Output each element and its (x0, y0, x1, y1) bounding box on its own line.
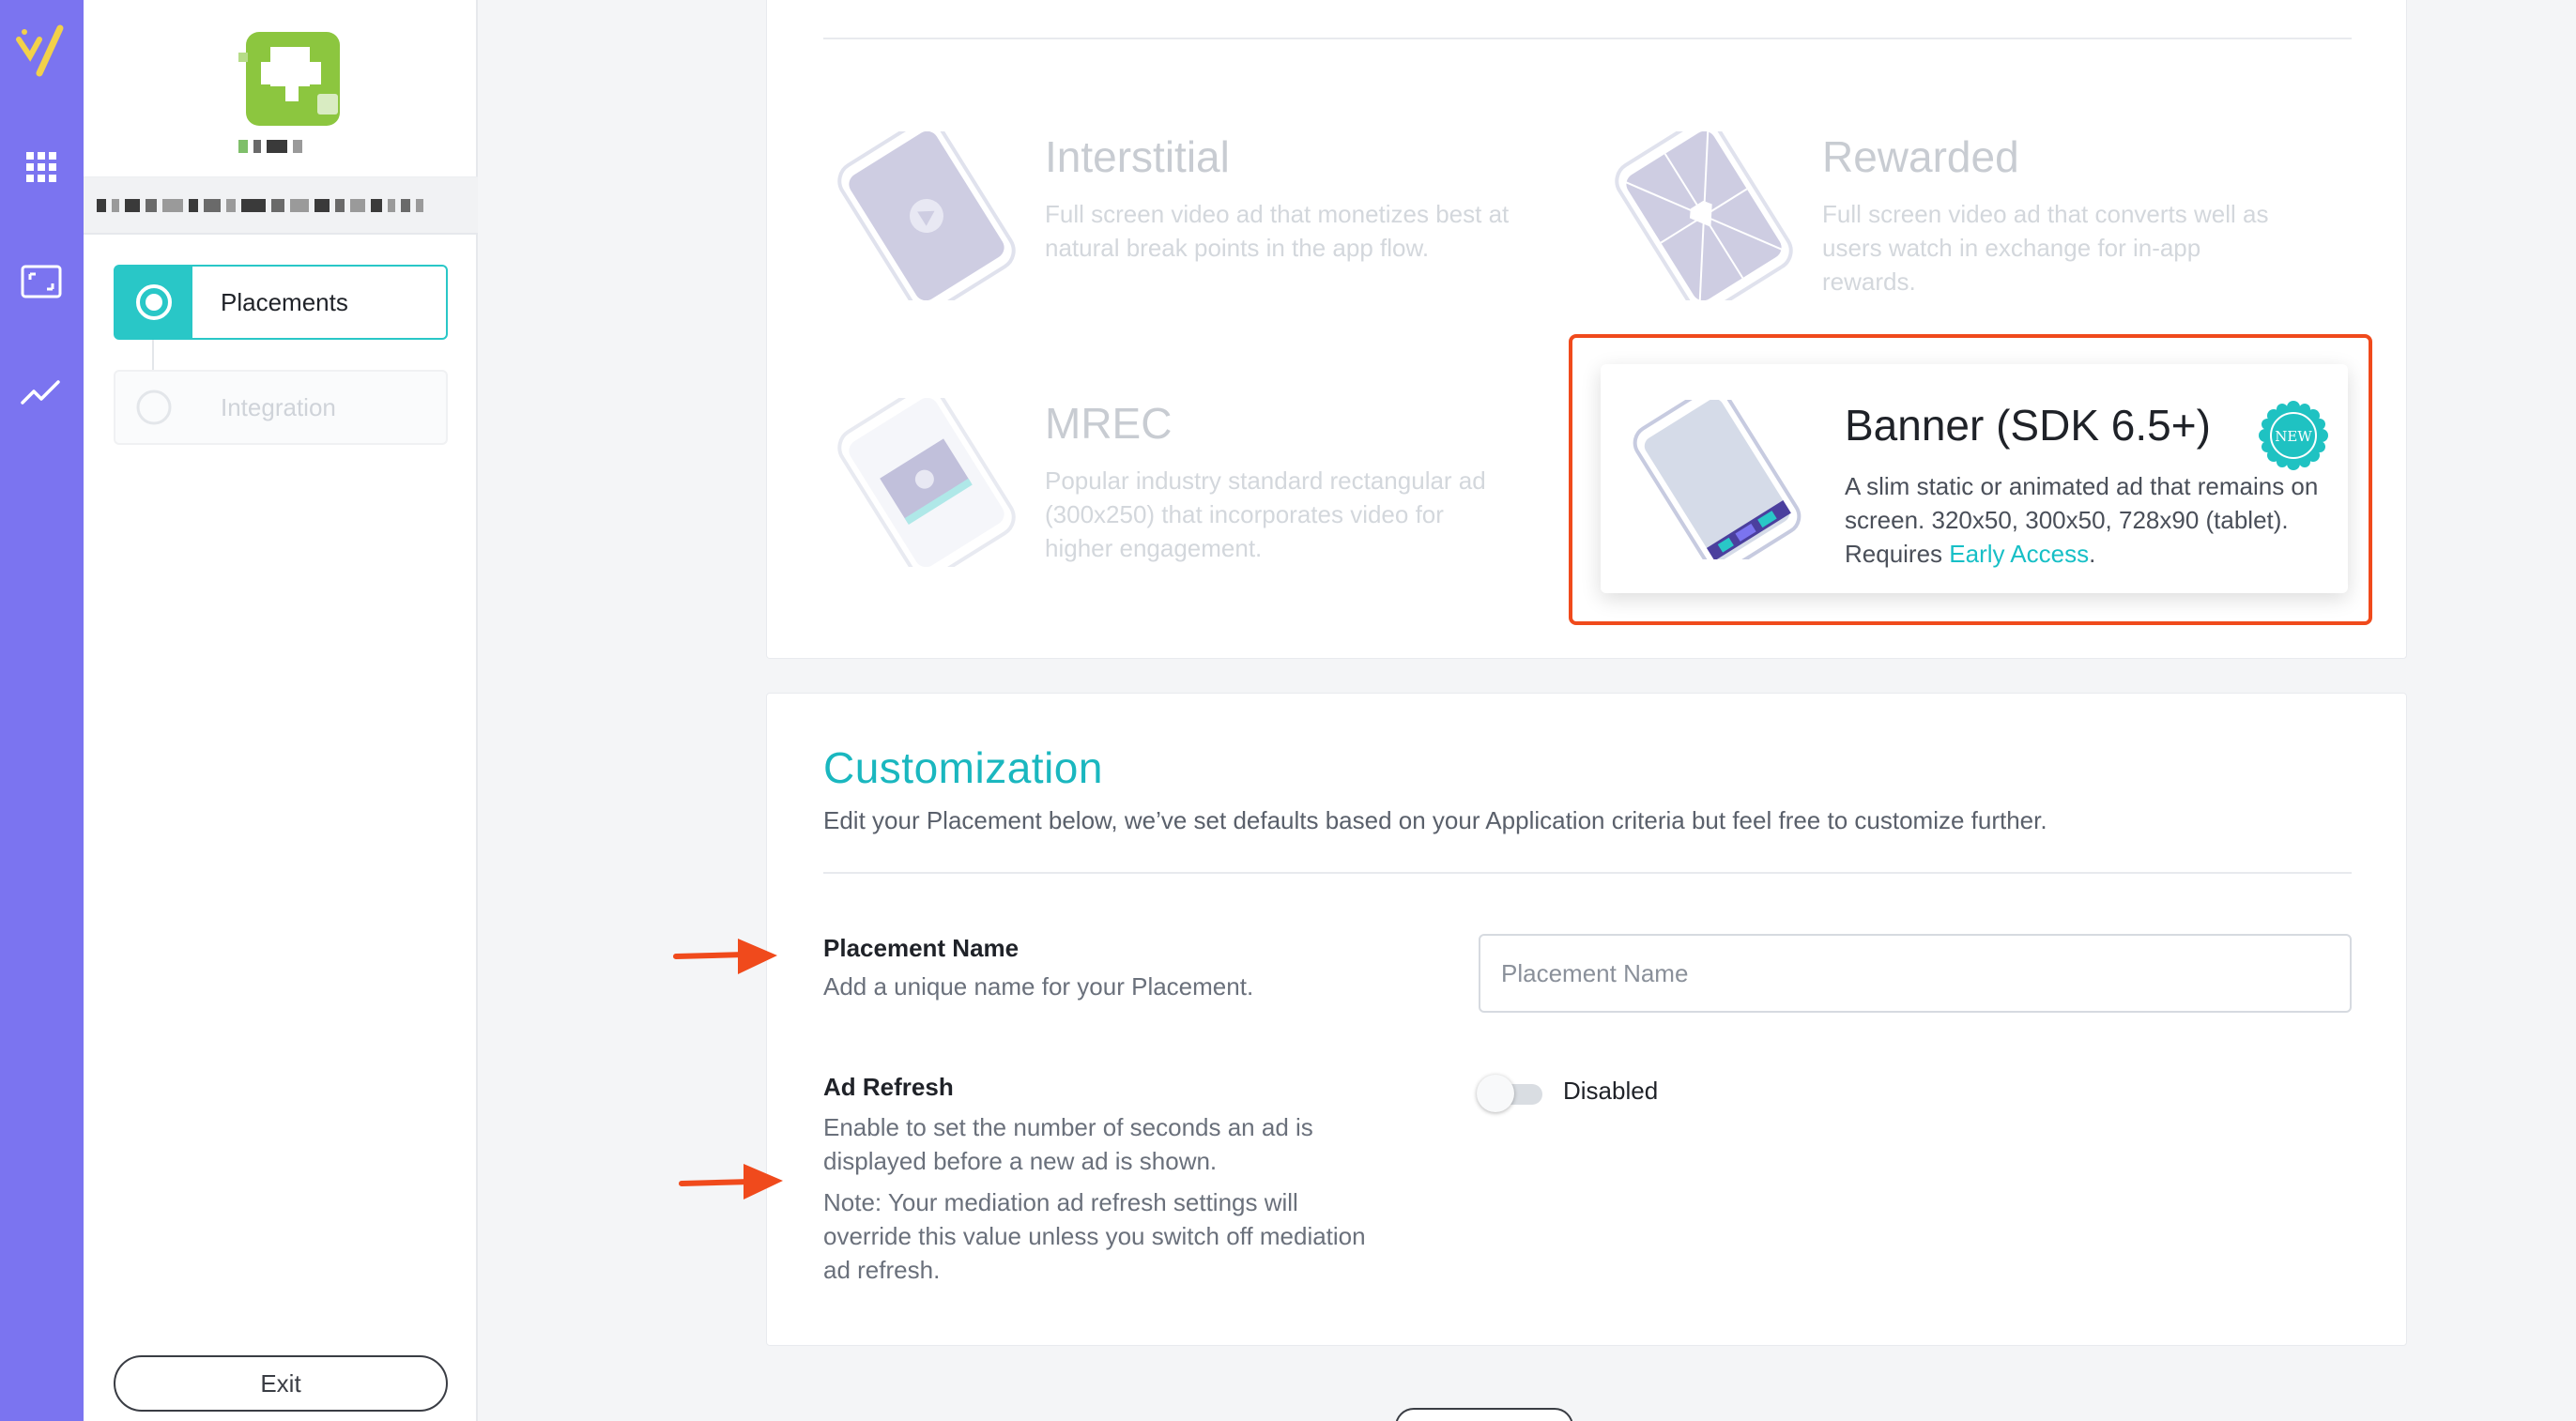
ad-type-interstitial[interactable]: Interstitial Full screen video ad that m… (823, 118, 1514, 313)
step-label: Integration (221, 392, 336, 421)
ad-type-description: Full screen video ad that monetizes best… (1045, 200, 1510, 262)
phone-rewarded-icon (1601, 118, 1807, 313)
app-id-redacted (84, 176, 478, 235)
sidebar: Placements Integration Exit (84, 0, 478, 1421)
ad-refresh-status: Disabled (1563, 1077, 1659, 1105)
app-rail (0, 0, 84, 1421)
next-button[interactable] (1395, 1408, 1573, 1421)
step-label: Placements (221, 287, 348, 316)
ad-refresh-label: Ad Refresh (823, 1073, 954, 1101)
placement-name-label: Placement Name (823, 934, 1020, 962)
ad-refresh-help: Enable to set the number of seconds an a… (823, 1113, 1313, 1175)
ad-type-description: A slim static or animated ad that remain… (1845, 469, 2323, 571)
ad-type-title: Rewarded (1822, 132, 2019, 181)
vungle-logo-icon[interactable] (11, 19, 71, 79)
toggle-knob (1477, 1075, 1514, 1112)
app-name-redacted (238, 139, 323, 154)
reports-trend-icon[interactable] (19, 370, 64, 415)
ad-type-panel: Interstitial Full screen video ad that m… (766, 0, 2407, 659)
section-subtitle: Edit your Placement below, we’ve set def… (823, 806, 2047, 834)
ad-type-title: Interstitial (1045, 132, 1230, 181)
ad-type-title: MREC (1045, 399, 1173, 448)
creative-frame-icon[interactable] (19, 259, 64, 304)
radio-empty-icon (115, 372, 192, 443)
phone-banner-icon (1623, 386, 1811, 573)
placement-name-help: Add a unique name for your Placement. (823, 972, 1254, 1001)
apps-grid-icon[interactable] (19, 145, 64, 190)
description-period: . (2089, 540, 2096, 568)
phone-mrec-icon (823, 385, 1030, 580)
ad-refresh-note: Note: Your mediation ad refresh settings… (823, 1188, 1366, 1284)
step-connector (152, 340, 154, 370)
placement-name-input[interactable] (1479, 934, 2352, 1013)
ad-refresh-toggle[interactable] (1477, 1073, 1548, 1114)
early-access-link[interactable]: Early Access (1949, 540, 2089, 568)
ad-type-title: Banner (SDK 6.5+) (1845, 401, 2211, 450)
customization-panel: Customization Edit your Placement below,… (766, 693, 2407, 1346)
badge-text: NEW (2275, 428, 2312, 445)
ad-type-mrec[interactable]: MREC Popular industry standard rectangul… (823, 385, 1514, 580)
ad-type-banner[interactable]: Banner (SDK 6.5+) NEW A slim static or a… (1601, 364, 2348, 593)
radio-selected-icon (115, 267, 192, 338)
ad-type-description: Popular industry standard rectangular ad… (1045, 466, 1486, 562)
divider (823, 872, 2352, 874)
ad-type-rewarded[interactable]: Rewarded Full screen video ad that conve… (1601, 118, 2292, 313)
divider (823, 38, 2352, 39)
exit-button[interactable]: Exit (114, 1355, 448, 1412)
ad-type-description: Full screen video ad that converts well … (1822, 200, 2269, 296)
phone-video-icon (823, 118, 1030, 313)
section-title: Customization (823, 743, 1103, 792)
app-icon (237, 24, 349, 137)
annotation-arrow-icon (678, 1158, 790, 1205)
annotation-arrow-icon (672, 933, 785, 980)
new-badge-icon: NEW (2256, 398, 2331, 473)
step-placements[interactable]: Placements (114, 265, 448, 340)
step-integration[interactable]: Integration (114, 370, 448, 445)
